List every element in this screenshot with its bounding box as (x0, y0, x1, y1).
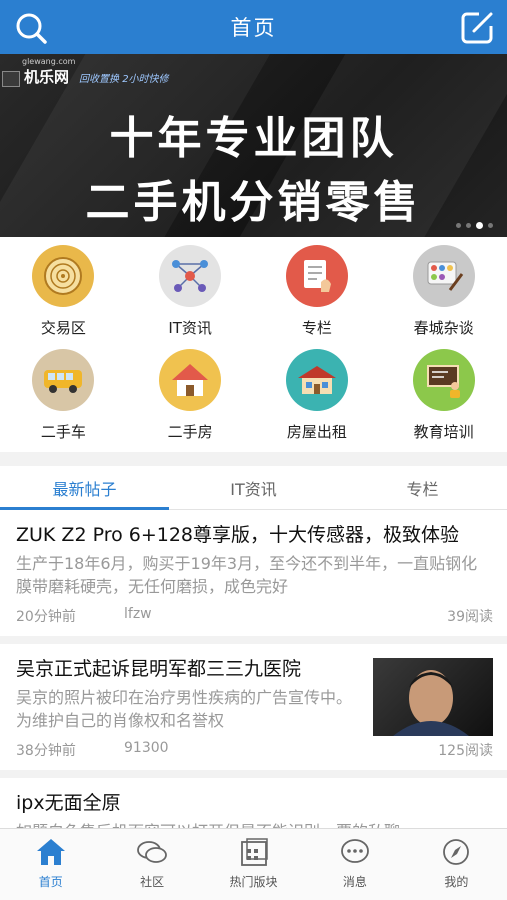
post-author: lfzw (124, 606, 152, 622)
carousel-dot[interactable] (456, 223, 461, 228)
tab-latest-posts[interactable]: 最新帖子 (0, 466, 169, 510)
tabbar-label: 社区 (140, 875, 165, 889)
tabbar-profile[interactable]: 我的 (406, 829, 507, 900)
tab-column[interactable]: 专栏 (338, 466, 507, 509)
brand-slogan: 回收置换 2小时快修 (79, 74, 169, 85)
compose-icon[interactable] (459, 10, 495, 46)
category-label: 房屋出租 (286, 423, 347, 441)
list-item[interactable]: 吴京正式起诉昆明军都三三九医院 吴京的照片被印在治疗男性疾病的广告宣传中。为维护… (0, 644, 507, 778)
carousel-dot-active[interactable] (476, 222, 483, 229)
post-excerpt: 如题白色售后机面容可以打开但是不能识别，要的私聊 (16, 820, 493, 828)
page-title: 首页 (230, 16, 277, 40)
tabbar-community[interactable]: 社区 (101, 829, 202, 900)
category-label: 二手房 (167, 423, 213, 441)
tabbar-home[interactable]: 首页 (0, 829, 101, 900)
post-title: ZUK Z2 Pro 6+128尊享版，十大传感器，极致体验 (16, 524, 460, 546)
category-label: 专栏 (301, 319, 332, 337)
post-read-count: 39阅读 (447, 609, 493, 625)
logo-mark-icon (2, 71, 20, 87)
tabbar-messages[interactable]: 消息 (304, 829, 405, 900)
grid-board-icon (240, 838, 268, 866)
list-item[interactable]: ZUK Z2 Pro 6+128尊享版，十大传感器，极致体验 生产于18年6月，… (0, 510, 507, 644)
tabbar-hot-boards[interactable]: 热门版块 (203, 829, 304, 900)
tabbar-label: 热门版块 (229, 875, 278, 889)
category-used-car[interactable]: 二手车 (0, 349, 127, 453)
post-read-count: 125阅读 (438, 743, 493, 759)
post-excerpt: 吴京的照片被印在治疗男性疾病的广告宣传中。为维护自己的肖像权和名誉权 (16, 688, 353, 730)
brand-name: 机乐网 (24, 68, 70, 86)
bottom-tab-bar: 首页 社区 热门版块 消息 我的 (0, 828, 507, 900)
category-label: 教育培训 (413, 423, 474, 441)
category-column[interactable]: 专栏 (254, 245, 381, 349)
category-label: 交易区 (40, 319, 86, 337)
tabbar-label: 消息 (342, 875, 367, 889)
brand-domain: glewang.com (22, 57, 76, 66)
tab-it-news[interactable]: IT资讯 (169, 466, 338, 509)
post-title: ipx无面全原 (16, 792, 121, 814)
palette-icon (412, 245, 475, 307)
category-used-house[interactable]: 二手房 (127, 349, 254, 453)
home-icon (36, 839, 65, 865)
carousel-dot[interactable] (466, 223, 471, 228)
carousel-dots[interactable] (456, 222, 493, 229)
category-label: 二手车 (40, 423, 86, 441)
teacher-board-icon (412, 349, 475, 411)
tabbar-label: 我的 (444, 875, 469, 889)
carousel-dot[interactable] (488, 223, 493, 228)
category-label: 春城杂谈 (413, 319, 474, 337)
post-excerpt: 生产于18年6月，购买于19年3月，至今还不到半年，一直贴钢化膜带磨耗硬壳，无任… (16, 554, 478, 596)
top-header: 首页 (0, 0, 507, 54)
promo-banner[interactable]: glewang.com 机乐网 回收置换 2小时快修 十年专业团队 二手机分销零… (0, 54, 507, 237)
feed-tabs: 最新帖子 IT资讯 专栏 (0, 466, 507, 510)
banner-headline-1: 十年专业团队 (109, 113, 398, 164)
vinyl-record-icon (32, 245, 95, 307)
network-icon (159, 245, 222, 307)
post-time: 38分钟前 (16, 743, 76, 759)
search-icon[interactable] (14, 11, 48, 45)
post-title: 吴京正式起诉昆明军都三三九医院 (16, 658, 302, 680)
category-education[interactable]: 教育培训 (380, 349, 507, 453)
post-list: ZUK Z2 Pro 6+128尊享版，十大传感器，极致体验 生产于18年6月，… (0, 510, 507, 828)
tabbar-label: 首页 (38, 875, 63, 889)
document-hand-icon (285, 245, 348, 307)
message-icon (341, 839, 369, 863)
banner-headline-2: 二手机分销零售 (85, 177, 422, 228)
brand-logo: glewang.com 机乐网 回收置换 2小时快修 (2, 57, 169, 87)
house-icon (159, 349, 222, 411)
list-item[interactable]: ipx无面全原 如题白色售后机面容可以打开但是不能识别，要的私聊 (0, 778, 507, 828)
community-chat-icon (137, 841, 168, 863)
category-label: IT资讯 (168, 319, 212, 337)
category-chat[interactable]: 春城杂谈 (380, 245, 507, 349)
category-rental[interactable]: 房屋出租 (254, 349, 381, 453)
category-trading[interactable]: 交易区 (0, 245, 127, 349)
category-grid: 交易区 IT资讯 专栏 春城杂谈 二手车 二手房 房屋出租 教育培训 (0, 237, 507, 452)
post-thumbnail[interactable] (373, 658, 493, 736)
post-time: 20分钟前 (16, 609, 76, 625)
compass-profile-icon (443, 839, 470, 865)
bus-icon (32, 349, 95, 411)
category-it-news[interactable]: IT资讯 (127, 245, 254, 349)
post-author: 91300 (124, 740, 169, 756)
rental-house-icon (285, 349, 348, 411)
